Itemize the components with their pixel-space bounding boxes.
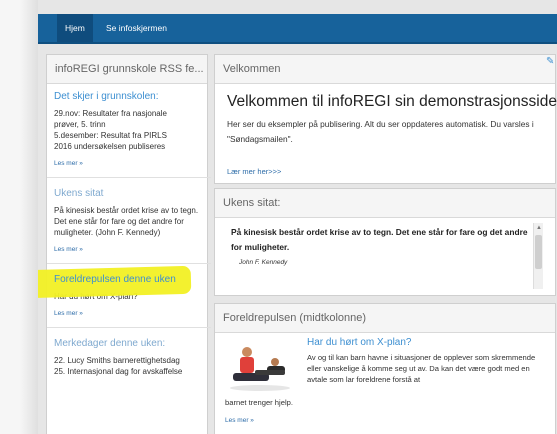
parent-pulse-title: Foreldrepulsen (midtkolonne) (215, 304, 555, 333)
quote-panel-title: Ukens sitat: (215, 189, 555, 218)
section-line: 22. Lucy Smiths barnerettighetsdag (54, 356, 180, 365)
section-title: Det skjer i grunnskolen: (54, 91, 159, 102)
scroll-thumb[interactable] (535, 235, 542, 269)
family-photo (225, 340, 295, 392)
scroll-up-icon[interactable]: ▲ (536, 224, 542, 232)
read-more-link[interactable]: Les mer » (54, 310, 204, 317)
rss-content: Det skjer i grunnskolen: 29.nov: Resulta… (38, 91, 211, 377)
section-title: Ukens sitat (54, 188, 104, 199)
section-line: 25. Internasjonal dag for avskaffelse (54, 367, 183, 376)
read-more-link[interactable]: Les mer » (225, 417, 254, 424)
section-title: Merkedager denne uken: (54, 338, 166, 349)
rss-panel: infoREGI grunnskole RSS fe... Det skjer … (38, 54, 211, 434)
section-line: 2016 undersøkelsen publiseres (54, 142, 166, 151)
nav-infoscreen[interactable]: Se infoskjermen (98, 14, 175, 42)
learn-more-link[interactable]: Lær mer her>>> (227, 167, 281, 176)
parent-pulse-text: Av og til kan barn havne i situasjoner d… (307, 353, 536, 384)
pencil-icon[interactable]: ✎ (546, 56, 554, 67)
section-title: Foreldrepulsen denne uken (54, 274, 176, 285)
quote-panel: Ukens sitat: På kinesisk består ordet kr… (214, 188, 556, 296)
quote-text: På kinesisk består ordet krise av to teg… (231, 227, 528, 252)
welcome-panel-title: Velkommen (215, 55, 555, 84)
section-line: 5.desember: Resultat fra PIRLS (54, 131, 167, 140)
parent-pulse-text-continued: barnet trenger hjelp. (225, 398, 293, 407)
nav-home[interactable]: Hjem (57, 14, 93, 42)
divider (47, 177, 211, 178)
welcome-text: Her ser du eksempler på publisering. Alt… (227, 119, 534, 144)
section-line: 29.nov: Resultater fra nasjonale (54, 109, 167, 118)
read-more-link[interactable]: Les mer » (54, 160, 204, 167)
welcome-panel: Velkommen Velkommen til infoREGI sin dem… (214, 54, 557, 184)
read-more-link[interactable]: Les mer » (54, 246, 204, 253)
quote-box[interactable]: På kinesisk består ordet krise av to teg… (221, 223, 543, 289)
quote-author: John F. Kennedy (239, 259, 288, 266)
parent-pulse-panel: Foreldrepulsen (midtkolonne) Har du hørt… (214, 303, 556, 434)
divider (47, 327, 211, 328)
page: Hjem Se infoskjermen infoREGI grunnskole… (38, 0, 557, 434)
rss-panel-title: infoREGI grunnskole RSS fe... (47, 55, 207, 84)
section-line: prøver, 5. trinn (54, 120, 106, 129)
parent-pulse-heading[interactable]: Har du hørt om X-plan? (307, 337, 412, 348)
divider (47, 263, 211, 264)
scrollbar[interactable]: ▲ (533, 223, 543, 289)
section-text: På kinesisk består ordet krise av to teg… (54, 206, 199, 237)
welcome-heading: Velkommen til infoREGI sin demonstrasjon… (227, 93, 557, 110)
top-navigation: Hjem Se infoskjermen (38, 14, 557, 44)
